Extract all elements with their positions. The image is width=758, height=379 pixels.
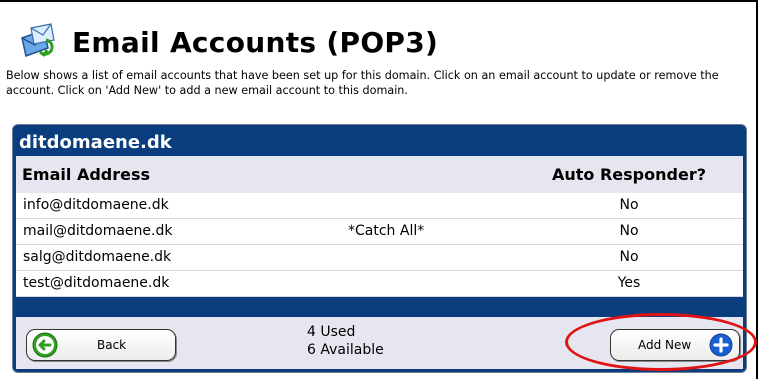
account-usage: 4 Used 6 Available	[307, 323, 384, 359]
page-header: Email Accounts (POP3)	[18, 22, 438, 62]
page-title: Email Accounts (POP3)	[72, 25, 439, 59]
add-new-button-label: Add New	[638, 338, 692, 352]
plus-circle-icon	[709, 333, 733, 357]
auto-responder-value: No	[619, 197, 639, 213]
add-new-button[interactable]: Add New	[610, 329, 740, 361]
column-header-email: Email Address	[22, 165, 151, 184]
auto-responder-value: No	[619, 223, 639, 239]
table-row[interactable]: salg@ditdomaene.dk No	[16, 245, 743, 271]
email-address[interactable]: info@ditdomaene.dk	[23, 197, 169, 213]
available-count: 6 Available	[307, 342, 384, 358]
table-row[interactable]: info@ditdomaene.dk No	[16, 193, 743, 219]
table-row[interactable]: mail@ditdomaene.dk *Catch All* No	[16, 219, 743, 245]
table-header: Email Address Auto Responder?	[16, 156, 743, 193]
panel-footer: Back 4 Used 6 Available Add New	[16, 317, 743, 369]
domain-title: ditdomaene.dk	[19, 132, 172, 153]
page-description: Below shows a list of email accounts tha…	[6, 69, 719, 97]
email-accounts-icon	[21, 23, 55, 57]
used-count: 4 Used	[307, 324, 356, 340]
window-frame-top	[0, 0, 758, 2]
email-address[interactable]: mail@ditdomaene.dk	[23, 223, 172, 239]
column-header-auto-responder: Auto Responder?	[552, 165, 706, 184]
email-address[interactable]: salg@ditdomaene.dk	[23, 249, 171, 265]
back-button-label: Back	[97, 338, 127, 352]
catch-all-flag: *Catch All*	[348, 223, 425, 239]
back-button[interactable]: Back	[26, 329, 176, 361]
auto-responder-value: No	[619, 249, 639, 265]
email-accounts-panel: ditdomaene.dk Email Address Auto Respond…	[12, 124, 747, 373]
back-arrow-icon	[32, 332, 58, 358]
auto-responder-value: Yes	[617, 275, 641, 291]
table-row[interactable]: test@ditdomaene.dk Yes	[16, 271, 743, 297]
email-address[interactable]: test@ditdomaene.dk	[23, 275, 169, 291]
